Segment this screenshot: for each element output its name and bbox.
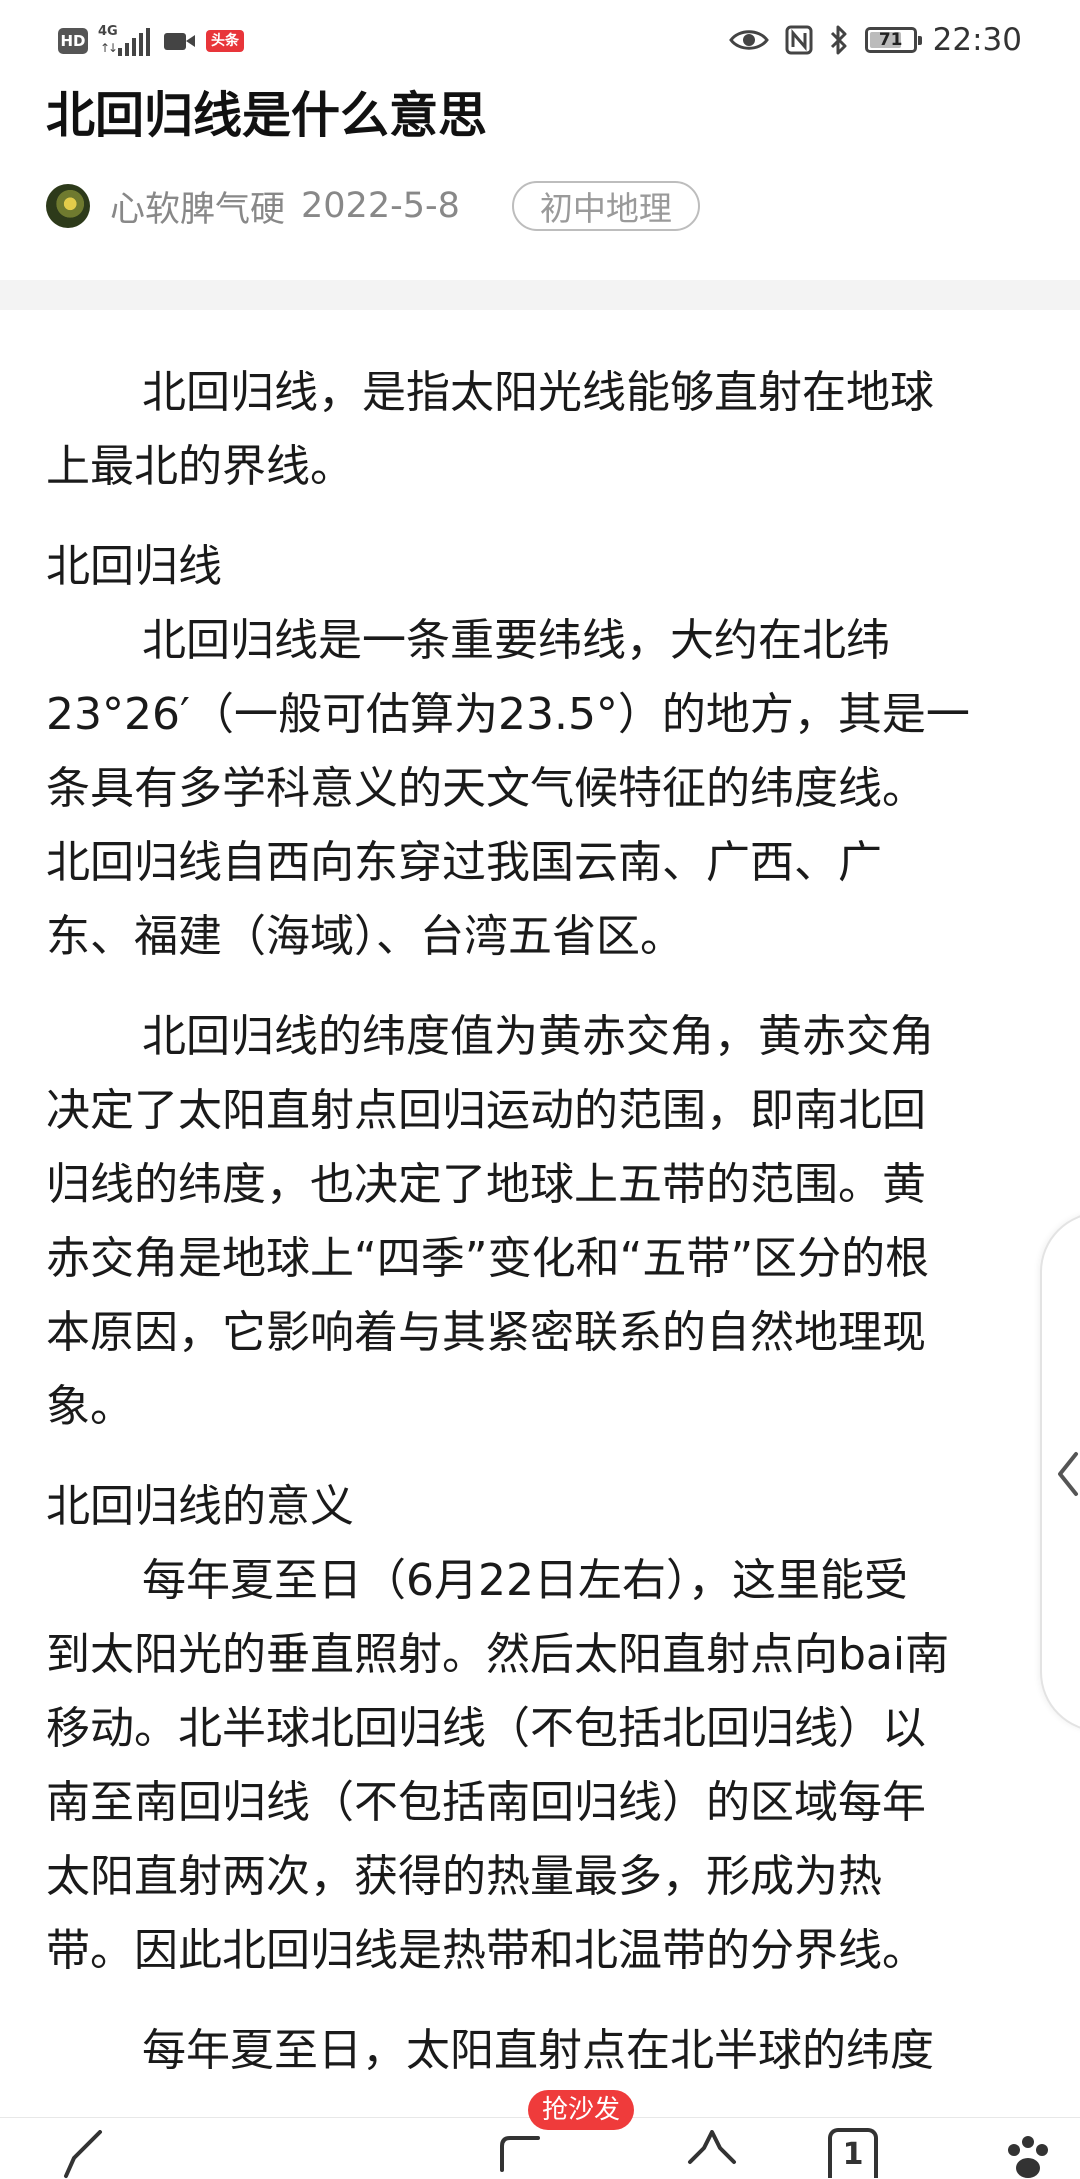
bluetooth-icon: [830, 25, 847, 55]
paragraph-line: 归线的纬度，也决定了地球上五带的范围。黄: [46, 1159, 926, 1210]
comment-count-icon[interactable]: 1: [828, 2128, 878, 2178]
paragraph-line: 移动。北半球北回归线（不包括北回归线）以: [46, 1703, 926, 1754]
paragraph-line: 南至南回归线（不包括南回归线）的区域每年: [46, 1777, 926, 1828]
status-left: HD 4G ↑↓ 头条: [58, 24, 244, 58]
author-avatar[interactable]: [46, 184, 90, 228]
hd-icon: HD: [58, 28, 88, 54]
paragraph-line: 上最北的界线。: [46, 441, 354, 492]
publish-date: 2022-5-8: [301, 186, 460, 226]
paragraph-line: 23°26′（一般可估算为23.5°）的地方，其是一: [46, 689, 970, 740]
article-paragraph: 北回归线，是指太阳光线能够直射在地球上最北的界线。: [46, 356, 1036, 504]
write-comment-icon[interactable]: [60, 2130, 110, 2179]
article-body: 北回归线，是指太阳光线能够直射在地球上最北的界线。 北回归线北回归线是一条重要纬线…: [46, 356, 1036, 2114]
article-paragraph: 每年夏至日，太阳直射点在北半球的纬度: [46, 2014, 1036, 2088]
chevron-left-icon: [1058, 1452, 1078, 1496]
nfc-icon: [785, 25, 813, 55]
article-paragraph: 北回归线的纬度值为黄赤交角，黄赤交角决定了太阳直射点回归运动的范围，即南北回 归线…: [46, 1000, 1036, 1444]
paragraph-line: 赤交角是地球上“四季”变化和“五带”区分的根: [46, 1233, 930, 1284]
paragraph-line: 条具有多学科意义的天文气候特征的纬度线。: [46, 763, 926, 814]
sofa-badge[interactable]: 抢沙发: [528, 2090, 635, 2130]
network-type: 4G: [98, 24, 118, 39]
article-paragraph: 北回归线是一条重要纬线，大约在北纬 23°26′（一般可估算为23.5°）的地方，…: [46, 604, 1036, 974]
video-camera-icon: [164, 30, 196, 52]
section-divider: [0, 280, 1080, 310]
clock: 22:30: [932, 22, 1022, 58]
author-name[interactable]: 心软脾气硬: [110, 181, 285, 232]
category-tag[interactable]: 初中地理: [511, 181, 700, 231]
paragraph-line: 太阳直射两次，获得的热量最多，形成为热: [46, 1851, 882, 1902]
article-subheading: 北回归线: [46, 530, 1036, 604]
paragraph-line: 到太阳光的垂直照射。然后太阳直射点向bai南: [46, 1629, 950, 1680]
battery-icon: 71: [864, 27, 922, 53]
paragraph-line: 北回归线: [46, 541, 222, 592]
eye-comfort-icon: [728, 30, 769, 50]
paragraph-line: 象。: [46, 1381, 134, 1432]
favorite-star-icon[interactable]: [684, 2130, 740, 2179]
article-title: 北回归线是什么意思: [46, 87, 488, 144]
comment-icon[interactable]: [498, 2130, 552, 2179]
side-drawer-handle[interactable]: [1040, 1212, 1080, 1732]
paragraph-line: 每年夏至日（6月22日左右），这里能受: [142, 1555, 908, 1606]
paw-icon[interactable]: [1000, 2132, 1056, 2179]
cellular-signal-icon: 4G ↑↓: [98, 24, 154, 58]
status-right: 71 22:30: [728, 20, 1022, 60]
article-subheading: 北回归线的意义: [46, 1470, 1036, 1544]
article-paragraph: 每年夏至日（6月22日左右），这里能受到太阳光的垂直照射。然后太阳直射点向bai…: [46, 1544, 1036, 1988]
paragraph-line: 北回归线，是指太阳光线能够直射在地球: [142, 367, 934, 418]
news-app-badge: 头条: [206, 30, 244, 52]
paragraph-line: 北回归线自西向东穿过我国云南、广西、广: [46, 837, 882, 888]
paragraph-line: 本原因，它影响着与其紧密联系的自然地理现: [46, 1307, 926, 1358]
status-bar: HD 4G ↑↓ 头条 71 22:30: [0, 0, 1080, 80]
paragraph-line: 北回归线是一条重要纬线，大约在北纬: [142, 615, 890, 666]
signal-bars-icon: [118, 28, 150, 56]
paragraph-line: 带。因此北回归线是热带和北温带的分界线。: [46, 1925, 926, 1976]
page: HD 4G ↑↓ 头条 71 22:30 北回归线是什么意思 心软脾气硬 202…: [0, 0, 1080, 2179]
paragraph-line: 东、福建（海域）、台湾五省区。: [46, 911, 684, 962]
data-arrows-icon: ↑↓: [100, 41, 118, 55]
paragraph-line: 决定了太阳直射点回归运动的范围，即南北回: [46, 1085, 926, 1136]
comment-count: 1: [842, 2137, 864, 2172]
paragraph-line: 北回归线的纬度值为黄赤交角，黄赤交角: [142, 1011, 934, 1062]
article-meta: 心软脾气硬 2022-5-8 初中地理: [46, 180, 700, 232]
paragraph-line: 每年夏至日，太阳直射点在北半球的纬度: [142, 2025, 934, 2076]
battery-level: 71: [878, 30, 903, 50]
paragraph-line: 北回归线的意义: [46, 1481, 354, 1532]
